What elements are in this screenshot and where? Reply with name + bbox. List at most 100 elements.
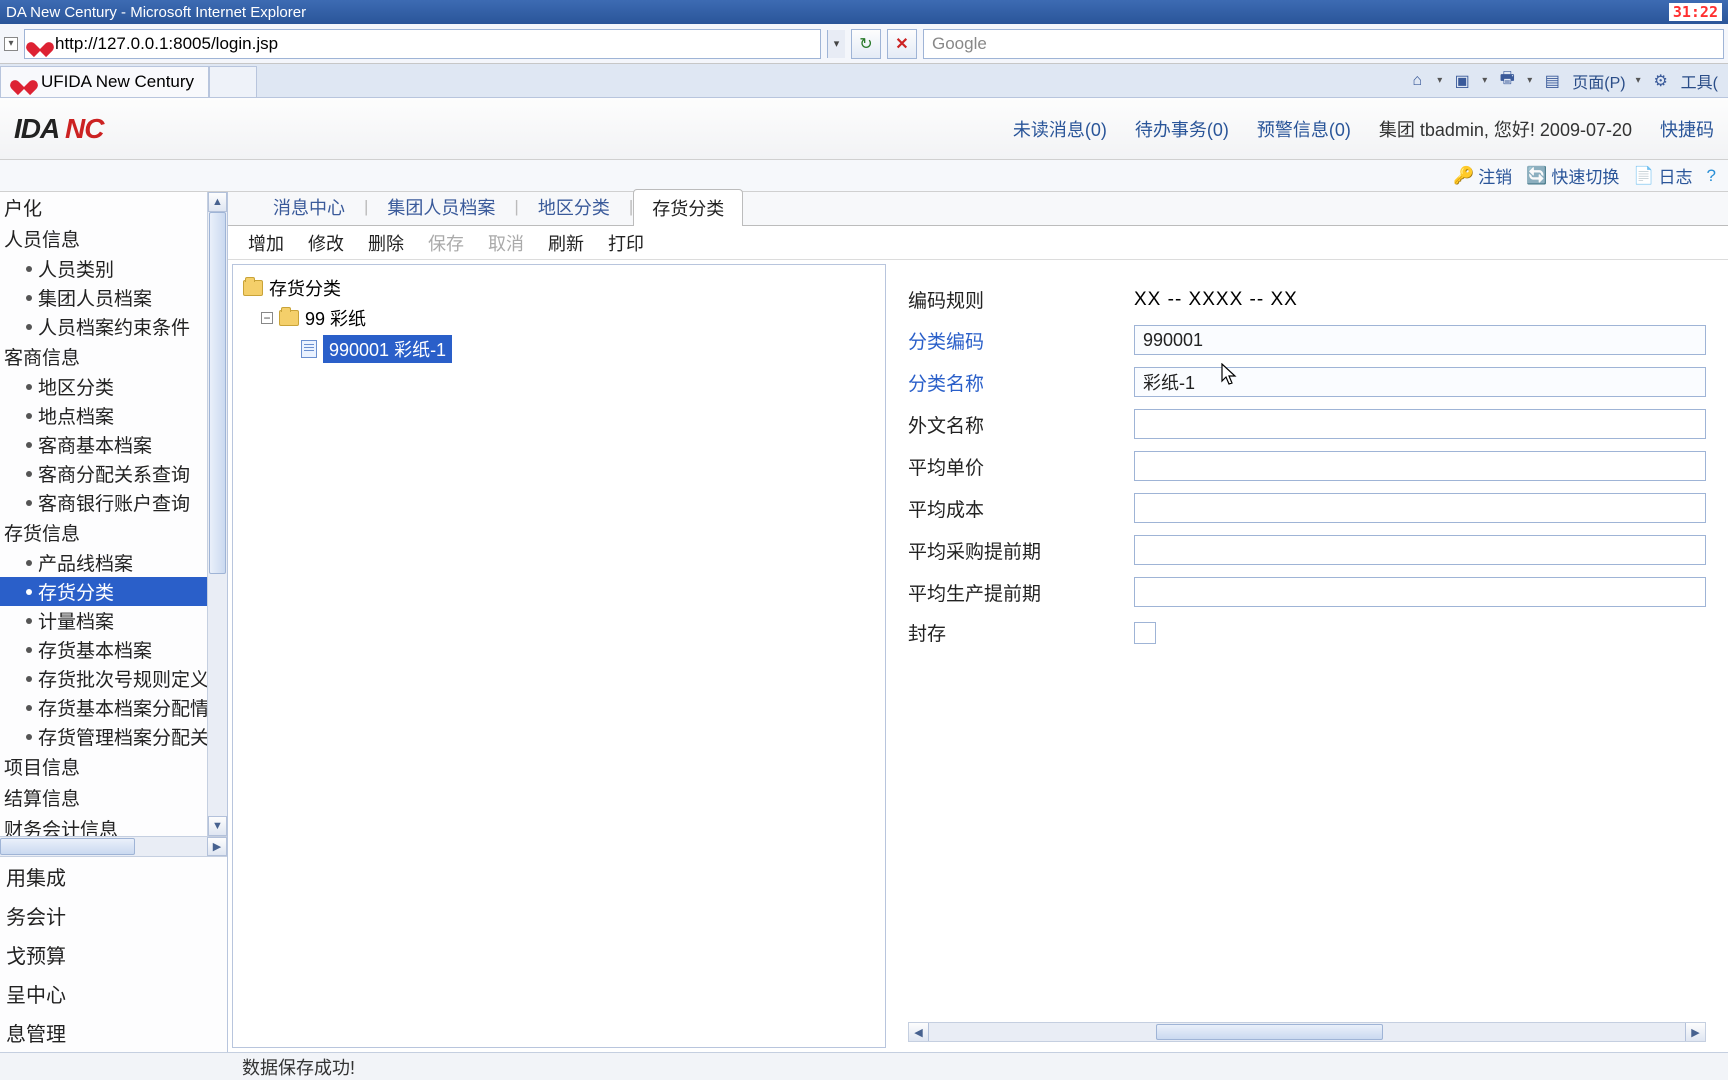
home-icon[interactable]: ⌂: [1407, 71, 1427, 91]
bullet-icon: [26, 266, 32, 272]
tree-root[interactable]: 存货分类: [243, 273, 875, 303]
edit-button[interactable]: 修改: [308, 230, 344, 256]
sidebar-item-label: 存货管理档案分配关: [38, 723, 209, 750]
sidebar-item[interactable]: 客商银行账户查询: [0, 488, 207, 517]
collapse-icon[interactable]: −: [261, 312, 273, 324]
scroll-down-arrow-icon[interactable]: ▼: [208, 816, 227, 836]
add-button[interactable]: 增加: [248, 230, 284, 256]
page-icon[interactable]: ▤: [1542, 71, 1562, 91]
content-tab[interactable]: 消息中心: [254, 188, 364, 225]
scroll-up-arrow-icon[interactable]: ▲: [208, 192, 227, 212]
sidebar-item[interactable]: 存货分类: [0, 577, 207, 606]
app-header: IDA NC 未读消息(0) 待办事务(0) 预警信息(0) 集团 tbadmi…: [0, 98, 1728, 160]
browser-tab[interactable]: UFIDA New Century: [0, 66, 209, 97]
sidebar-item[interactable]: 客商基本档案: [0, 430, 207, 459]
switch-icon: 🔄: [1526, 166, 1547, 186]
sidebar-vscrollbar[interactable]: ▲ ▼: [207, 192, 227, 836]
form-hscroll-thumb[interactable]: [1156, 1024, 1383, 1040]
code-label[interactable]: 分类编码: [908, 327, 1134, 354]
refresh-button[interactable]: ↻: [851, 29, 881, 59]
sidebar-item[interactable]: 存货批次号规则定义: [0, 664, 207, 693]
refresh-tool-button[interactable]: 刷新: [548, 230, 584, 256]
sidebar-item[interactable]: 地区分类: [0, 372, 207, 401]
form-hscrollbar[interactable]: ◀ ▶: [908, 1022, 1706, 1042]
sidebar-group[interactable]: 财务会计信息: [0, 813, 207, 836]
sidebar-group[interactable]: 户化: [0, 192, 207, 223]
sidebar-group[interactable]: 存货信息: [0, 517, 207, 548]
sidebar-group[interactable]: 客商信息: [0, 341, 207, 372]
avgcost-label: 平均成本: [908, 495, 1134, 522]
sidebar-item-label: 存货基本档案: [38, 636, 152, 663]
new-tab-button[interactable]: [209, 66, 257, 97]
name-input[interactable]: 彩纸-1: [1134, 367, 1706, 397]
tree-leaf[interactable]: 990001 彩纸-1: [243, 333, 875, 365]
sidebar-item[interactable]: 人员类别: [0, 254, 207, 283]
lead-purchase-input[interactable]: [1134, 535, 1706, 565]
scroll-right-arrow-icon[interactable]: ▶: [207, 837, 227, 856]
sidebar-bottom-item[interactable]: 戈预算: [0, 935, 227, 974]
content-tab[interactable]: 地区分类: [519, 188, 629, 225]
url-dropdown[interactable]: ▾: [827, 30, 845, 58]
sidebar-item[interactable]: 存货基本档案: [0, 635, 207, 664]
bullet-icon: [26, 295, 32, 301]
todo-link[interactable]: 待办事务(0): [1135, 116, 1229, 142]
foreign-label: 外文名称: [908, 411, 1134, 438]
avgcost-input[interactable]: [1134, 493, 1706, 523]
hscroll-left-arrow-icon[interactable]: ◀: [909, 1023, 929, 1041]
alert-link[interactable]: 预警信息(0): [1257, 116, 1351, 142]
help-icon[interactable]: ?: [1707, 166, 1716, 186]
search-box[interactable]: Google: [923, 29, 1724, 59]
feeds-icon[interactable]: ▣: [1452, 71, 1472, 91]
sidebar-item[interactable]: 产品线档案: [0, 548, 207, 577]
log-link[interactable]: 📄日志: [1633, 163, 1692, 188]
sidebar-item[interactable]: 地点档案: [0, 401, 207, 430]
logout-link[interactable]: 🔑注销: [1453, 163, 1512, 188]
nav-back-dropdown[interactable]: ▾: [4, 37, 18, 51]
delete-button[interactable]: 删除: [368, 230, 404, 256]
print-tool-button[interactable]: 打印: [608, 230, 644, 256]
sidebar-item[interactable]: 存货管理档案分配关: [0, 722, 207, 751]
content-tab[interactable]: 集团人员档案: [368, 188, 514, 225]
log-label: 日志: [1659, 163, 1693, 188]
sidebar-bottom-item[interactable]: 息管理: [0, 1013, 227, 1052]
page-menu-label[interactable]: 页面(P): [1572, 69, 1625, 93]
stop-button[interactable]: ✕: [887, 29, 917, 59]
avgprice-input[interactable]: [1134, 451, 1706, 481]
foreign-input[interactable]: [1134, 409, 1706, 439]
sidebar-bottom-item[interactable]: 用集成: [0, 857, 227, 896]
quick-code-label[interactable]: 快捷码: [1660, 116, 1714, 142]
url-box[interactable]: http://127.0.0.1:8005/login.jsp: [24, 29, 821, 59]
workspace: 存货分类 − 99 彩纸 990001 彩纸-1 编码规则 XX -- XXXX…: [228, 260, 1728, 1052]
sidebar-bottom-item[interactable]: 务会计: [0, 896, 227, 935]
sealed-checkbox[interactable]: [1134, 622, 1156, 644]
tools-gear-icon[interactable]: ⚙: [1651, 71, 1671, 91]
code-input[interactable]: 990001: [1134, 325, 1706, 355]
sidebar-group[interactable]: 项目信息: [0, 751, 207, 782]
sidebar-item[interactable]: 客商分配关系查询: [0, 459, 207, 488]
sidebar-item[interactable]: 计量档案: [0, 606, 207, 635]
quick-switch-link[interactable]: 🔄快速切换: [1526, 163, 1619, 188]
sidebar-item-label: 产品线档案: [38, 549, 133, 576]
ie-command-bar: ⌂▾ ▣▾ 🖶▾ ▤ 页面(P)▾ ⚙ 工具(: [1397, 64, 1728, 97]
tree-node[interactable]: − 99 彩纸: [243, 303, 875, 333]
sidebar-group[interactable]: 人员信息: [0, 223, 207, 254]
lead-produce-input[interactable]: [1134, 577, 1706, 607]
hscroll-thumb[interactable]: [0, 838, 135, 855]
sidebar-hscrollbar[interactable]: ▶: [0, 836, 227, 856]
sidebar-item[interactable]: 存货基本档案分配情: [0, 693, 207, 722]
bullet-icon: [26, 589, 32, 595]
print-icon[interactable]: 🖶: [1497, 71, 1517, 91]
content-tab[interactable]: 存货分类: [633, 189, 743, 226]
tab-favicon-heart-icon: [15, 74, 33, 90]
hscroll-right-arrow-icon[interactable]: ▶: [1685, 1023, 1705, 1041]
sidebar-item[interactable]: 人员档案约束条件: [0, 312, 207, 341]
name-label[interactable]: 分类名称: [908, 369, 1134, 396]
main-area: 户化人员信息人员类别集团人员档案人员档案约束条件客商信息地区分类地点档案客商基本…: [0, 192, 1728, 1052]
sidebar-bottom-item[interactable]: 呈中心: [0, 974, 227, 1013]
unread-messages-link[interactable]: 未读消息(0): [1013, 116, 1107, 142]
bullet-icon: [26, 384, 32, 390]
scroll-thumb[interactable]: [209, 212, 226, 574]
sidebar-group[interactable]: 结算信息: [0, 782, 207, 813]
tools-menu-label[interactable]: 工具(: [1681, 69, 1718, 93]
sidebar-item[interactable]: 集团人员档案: [0, 283, 207, 312]
